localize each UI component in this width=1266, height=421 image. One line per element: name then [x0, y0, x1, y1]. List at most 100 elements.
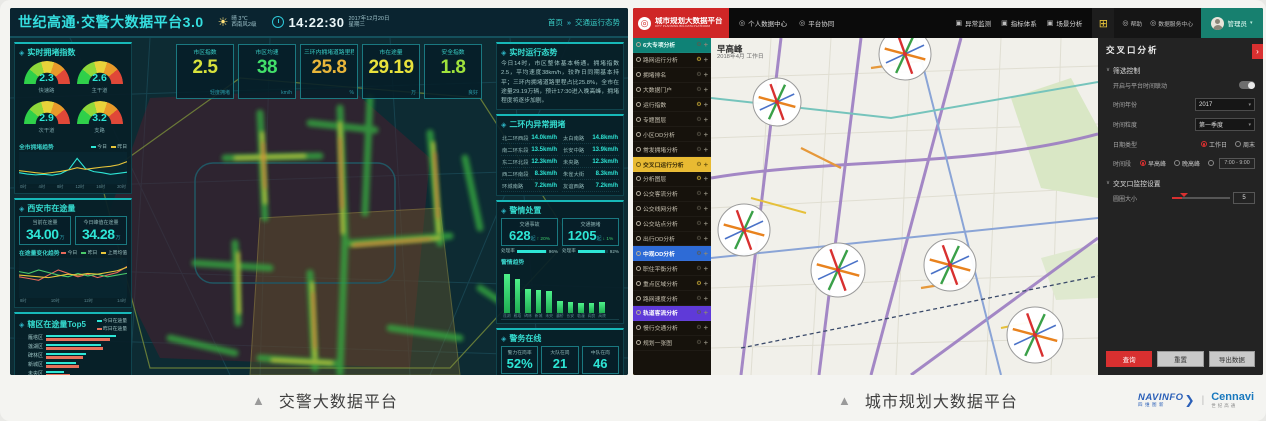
- kpi-value: 29.19: [366, 56, 416, 80]
- panel-button[interactable]: 导出数据: [1209, 351, 1255, 367]
- granularity-select[interactable]: 第一季度▾: [1195, 118, 1255, 131]
- year-select[interactable]: 2017▾: [1195, 98, 1255, 111]
- gear-icon[interactable]: ⚙: [696, 295, 701, 302]
- layer-dot-icon: [636, 117, 641, 122]
- layer-item[interactable]: 出行OD分析⚙+: [633, 232, 711, 247]
- query-button[interactable]: 查询: [1106, 351, 1152, 367]
- layer-item[interactable]: 6大专项分析⚙+: [633, 38, 711, 53]
- circle-size-value[interactable]: 5: [1233, 192, 1255, 204]
- plus-icon[interactable]: +: [704, 234, 708, 243]
- radio-option[interactable]: 周末: [1235, 140, 1255, 149]
- intersection-diagram[interactable]: [1007, 307, 1063, 363]
- plus-icon[interactable]: +: [704, 308, 708, 317]
- gear-icon[interactable]: ⚙: [696, 324, 701, 331]
- gear-icon[interactable]: ⚙: [696, 131, 701, 138]
- layer-item[interactable]: 专题图层⚙+: [633, 112, 711, 127]
- time-range-box[interactable]: 7:00 - 9:00: [1219, 158, 1255, 169]
- gear-icon[interactable]: ⚙: [696, 116, 701, 123]
- layer-item[interactable]: 大数据门户⚙+: [633, 83, 711, 98]
- user-chip[interactable]: 管理员 ▾: [1201, 8, 1263, 38]
- congestion-road-row: 太白南路14.8km/h: [562, 132, 619, 144]
- plus-icon[interactable]: +: [704, 55, 708, 64]
- gear-icon[interactable]: ⚙: [696, 101, 701, 108]
- intersection-diagram[interactable]: [924, 239, 976, 291]
- layer-item[interactable]: 轨道客流分析⚙+: [633, 306, 711, 321]
- gear-icon[interactable]: ⚙: [696, 41, 701, 48]
- layer-item[interactable]: 常发拥堵分析⚙+: [633, 142, 711, 157]
- menu-item[interactable]: ▣指标体系: [1001, 18, 1037, 28]
- section-filter[interactable]: ∨筛选控制: [1106, 65, 1255, 75]
- intersection-diagram[interactable]: [718, 204, 770, 256]
- plus-icon[interactable]: +: [704, 323, 708, 332]
- radio-option[interactable]: [1208, 160, 1214, 166]
- gear-icon[interactable]: ⚙: [696, 56, 701, 63]
- utility-item[interactable]: ◎帮助: [1122, 19, 1142, 28]
- city-map[interactable]: [711, 38, 1098, 375]
- layer-item[interactable]: 公交线网分析⚙+: [633, 202, 711, 217]
- gear-icon[interactable]: ⚙: [696, 175, 701, 182]
- layer-item[interactable]: 职住平衡分析⚙+: [633, 261, 711, 276]
- plus-icon[interactable]: +: [704, 85, 708, 94]
- layer-item[interactable]: 路网速度分析⚙+: [633, 291, 711, 306]
- layer-item[interactable]: 规划一张图⚙+: [633, 336, 711, 351]
- layer-item[interactable]: 路网运行分析⚙+: [633, 53, 711, 68]
- gear-icon[interactable]: ⚙: [696, 309, 701, 316]
- layer-item[interactable]: 公交客流分析⚙+: [633, 187, 711, 202]
- grid-apps-icon[interactable]: ⊞: [1092, 8, 1114, 38]
- layer-item[interactable]: 小区OD分析⚙+: [633, 127, 711, 142]
- gear-icon[interactable]: ⚙: [696, 220, 701, 227]
- section-monitor[interactable]: ∨交叉口监控设置: [1106, 178, 1255, 188]
- gear-icon[interactable]: ⚙: [696, 86, 701, 93]
- plus-icon[interactable]: +: [704, 264, 708, 273]
- plus-icon[interactable]: +: [704, 115, 708, 124]
- plus-icon[interactable]: +: [704, 174, 708, 183]
- plus-icon[interactable]: +: [704, 40, 708, 49]
- plus-icon[interactable]: +: [704, 100, 708, 109]
- layer-item[interactable]: 公交站点分析⚙+: [633, 217, 711, 232]
- menu-item[interactable]: ◎平台协同: [799, 18, 834, 28]
- plus-icon[interactable]: +: [704, 279, 708, 288]
- menu-item[interactable]: ▣异常监测: [956, 18, 992, 28]
- gear-icon[interactable]: ⚙: [696, 265, 701, 272]
- gear-icon[interactable]: ⚙: [696, 339, 701, 346]
- gear-icon[interactable]: ⚙: [696, 71, 701, 78]
- plus-icon[interactable]: +: [704, 70, 708, 79]
- layer-item[interactable]: 拥堵排名⚙+: [633, 68, 711, 83]
- panel-button[interactable]: 重置: [1157, 351, 1203, 367]
- plus-icon[interactable]: +: [704, 294, 708, 303]
- layer-item[interactable]: 分析图层⚙+: [633, 172, 711, 187]
- intersection-diagram[interactable]: [753, 78, 801, 126]
- panel-collapse-button[interactable]: ›: [1252, 44, 1263, 59]
- gear-icon[interactable]: ⚙: [696, 146, 701, 153]
- plus-icon[interactable]: +: [704, 130, 708, 139]
- gear-icon[interactable]: ⚙: [696, 205, 701, 212]
- gear-icon[interactable]: ⚙: [696, 280, 701, 287]
- radio-option[interactable]: 工作日: [1201, 140, 1227, 149]
- plus-icon[interactable]: +: [704, 338, 708, 347]
- peak-label: 早高峰: [717, 44, 764, 54]
- utility-item[interactable]: ◎数据服务中心: [1150, 19, 1193, 28]
- plus-icon[interactable]: +: [704, 189, 708, 198]
- gear-icon[interactable]: ⚙: [696, 235, 701, 242]
- plus-icon[interactable]: +: [704, 219, 708, 228]
- layer-item[interactable]: 交叉口运行分析⚙+: [633, 157, 711, 172]
- plus-icon[interactable]: +: [704, 249, 708, 258]
- gear-icon[interactable]: ⚙: [696, 250, 701, 257]
- menu-item[interactable]: ◎个人数据中心: [739, 18, 787, 28]
- radio-option[interactable]: 早高峰: [1140, 159, 1166, 168]
- plus-icon[interactable]: +: [704, 145, 708, 154]
- layer-item[interactable]: 慢行交通分析⚙+: [633, 321, 711, 336]
- plus-icon[interactable]: +: [704, 204, 708, 213]
- intersection-diagram[interactable]: [811, 243, 865, 297]
- radio-option[interactable]: 晚高峰: [1174, 159, 1200, 168]
- circle-size-slider[interactable]: [1172, 197, 1230, 199]
- gear-icon[interactable]: ⚙: [696, 190, 701, 197]
- layer-item[interactable]: 运行指数⚙+: [633, 98, 711, 113]
- layer-item[interactable]: 重点区域分析⚙+: [633, 276, 711, 291]
- menu-item[interactable]: ▣场景分析: [1047, 18, 1083, 28]
- breadcrumb-home[interactable]: 首页: [548, 17, 563, 28]
- gear-icon[interactable]: ⚙: [696, 161, 701, 168]
- linkage-toggle[interactable]: [1239, 81, 1255, 89]
- layer-item[interactable]: 中观OD分析⚙+: [633, 246, 711, 261]
- plus-icon[interactable]: +: [704, 160, 708, 169]
